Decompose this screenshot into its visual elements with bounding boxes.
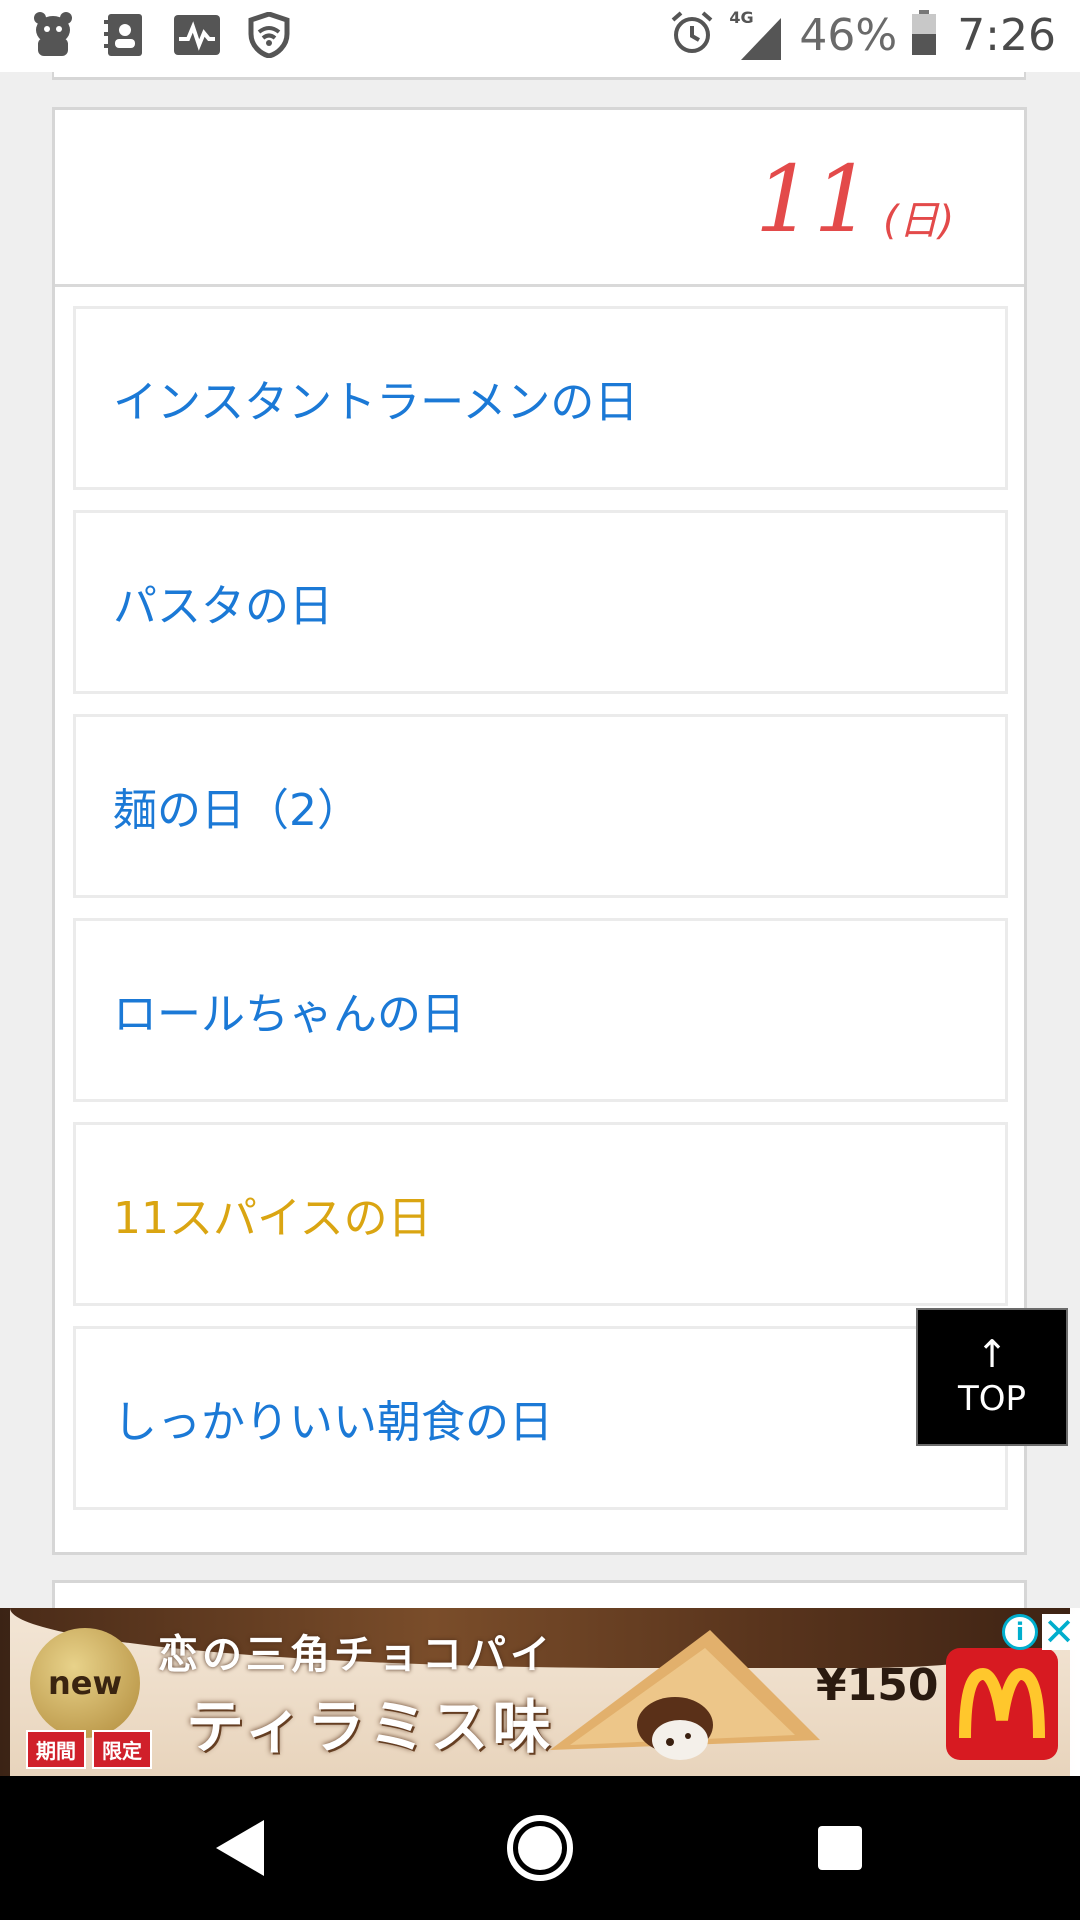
observance-link[interactable]: インスタントラーメンの日 bbox=[73, 306, 1008, 490]
ad-title-line1: 恋の三角チョコパイ bbox=[158, 1632, 554, 1678]
observance-link[interactable]: 麺の日（2） bbox=[73, 714, 1008, 898]
observance-link-highlighted[interactable]: 11スパイスの日 bbox=[73, 1122, 1008, 1306]
day-number: 11 bbox=[755, 146, 873, 253]
battery-icon bbox=[911, 10, 937, 60]
battery-percent: 46% bbox=[799, 9, 898, 61]
back-to-top-button[interactable]: ↑ TOP bbox=[916, 1308, 1068, 1446]
previous-day-card bbox=[52, 72, 1026, 80]
top-button-label: TOP bbox=[957, 1379, 1027, 1419]
ad-info-icon[interactable]: i bbox=[1002, 1614, 1038, 1650]
observance-list: インスタントラーメンの日 パスタの日 麺の日（2） ロールちゃんの日 11スパイ… bbox=[73, 306, 1008, 1530]
chocolate-pie-image bbox=[540, 1630, 860, 1770]
status-indicators: 4G 46% 7:26 bbox=[669, 8, 1056, 62]
navigation-bar bbox=[0, 1776, 1080, 1920]
ad-banner[interactable]: new 恋の三角チョコパイ ティラミス味 期間 限定 ¥150 i ✕ bbox=[0, 1608, 1080, 1776]
back-icon[interactable] bbox=[204, 1812, 276, 1884]
up-arrow-icon: ↑ bbox=[976, 1332, 1008, 1376]
next-day-card bbox=[52, 1580, 1027, 1610]
activity-icon bbox=[172, 10, 222, 60]
clock: 7:26 bbox=[957, 9, 1056, 61]
limited-label-1: 期間 bbox=[26, 1730, 86, 1769]
notification-icons bbox=[28, 10, 294, 60]
contacts-icon bbox=[100, 10, 150, 60]
observance-link[interactable]: ロールちゃんの日 bbox=[73, 918, 1008, 1102]
signal-icon: 4G bbox=[729, 8, 785, 62]
observance-link[interactable]: しっかりいい朝食の日 bbox=[73, 1326, 1008, 1510]
status-bar: 4G 46% 7:26 bbox=[0, 0, 1080, 72]
weekday-label: (日) bbox=[883, 198, 955, 244]
mcdonalds-logo bbox=[946, 1648, 1058, 1760]
limited-label-2: 限定 bbox=[92, 1730, 152, 1769]
new-badge: new bbox=[30, 1628, 140, 1738]
ad-price: ¥150 bbox=[816, 1660, 939, 1711]
mascot-app-icon bbox=[28, 10, 78, 60]
alarm-icon bbox=[669, 10, 715, 60]
home-icon[interactable] bbox=[504, 1812, 576, 1884]
observance-link[interactable]: パスタの日 bbox=[73, 510, 1008, 694]
shield-wifi-icon bbox=[244, 10, 294, 60]
ad-title-line2: ティラミス味 bbox=[186, 1693, 555, 1761]
day-header: 11 (日) bbox=[55, 110, 1024, 287]
day-card: 11 (日) インスタントラーメンの日 パスタの日 麺の日（2） ロールちゃんの… bbox=[52, 107, 1027, 1555]
recents-icon[interactable] bbox=[804, 1812, 876, 1884]
ad-close-icon[interactable]: ✕ bbox=[1042, 1613, 1076, 1651]
ad-creative[interactable]: new 恋の三角チョコパイ ティラミス味 期間 限定 ¥150 bbox=[10, 1608, 1070, 1776]
limited-time-badge: 期間 限定 bbox=[26, 1730, 152, 1769]
